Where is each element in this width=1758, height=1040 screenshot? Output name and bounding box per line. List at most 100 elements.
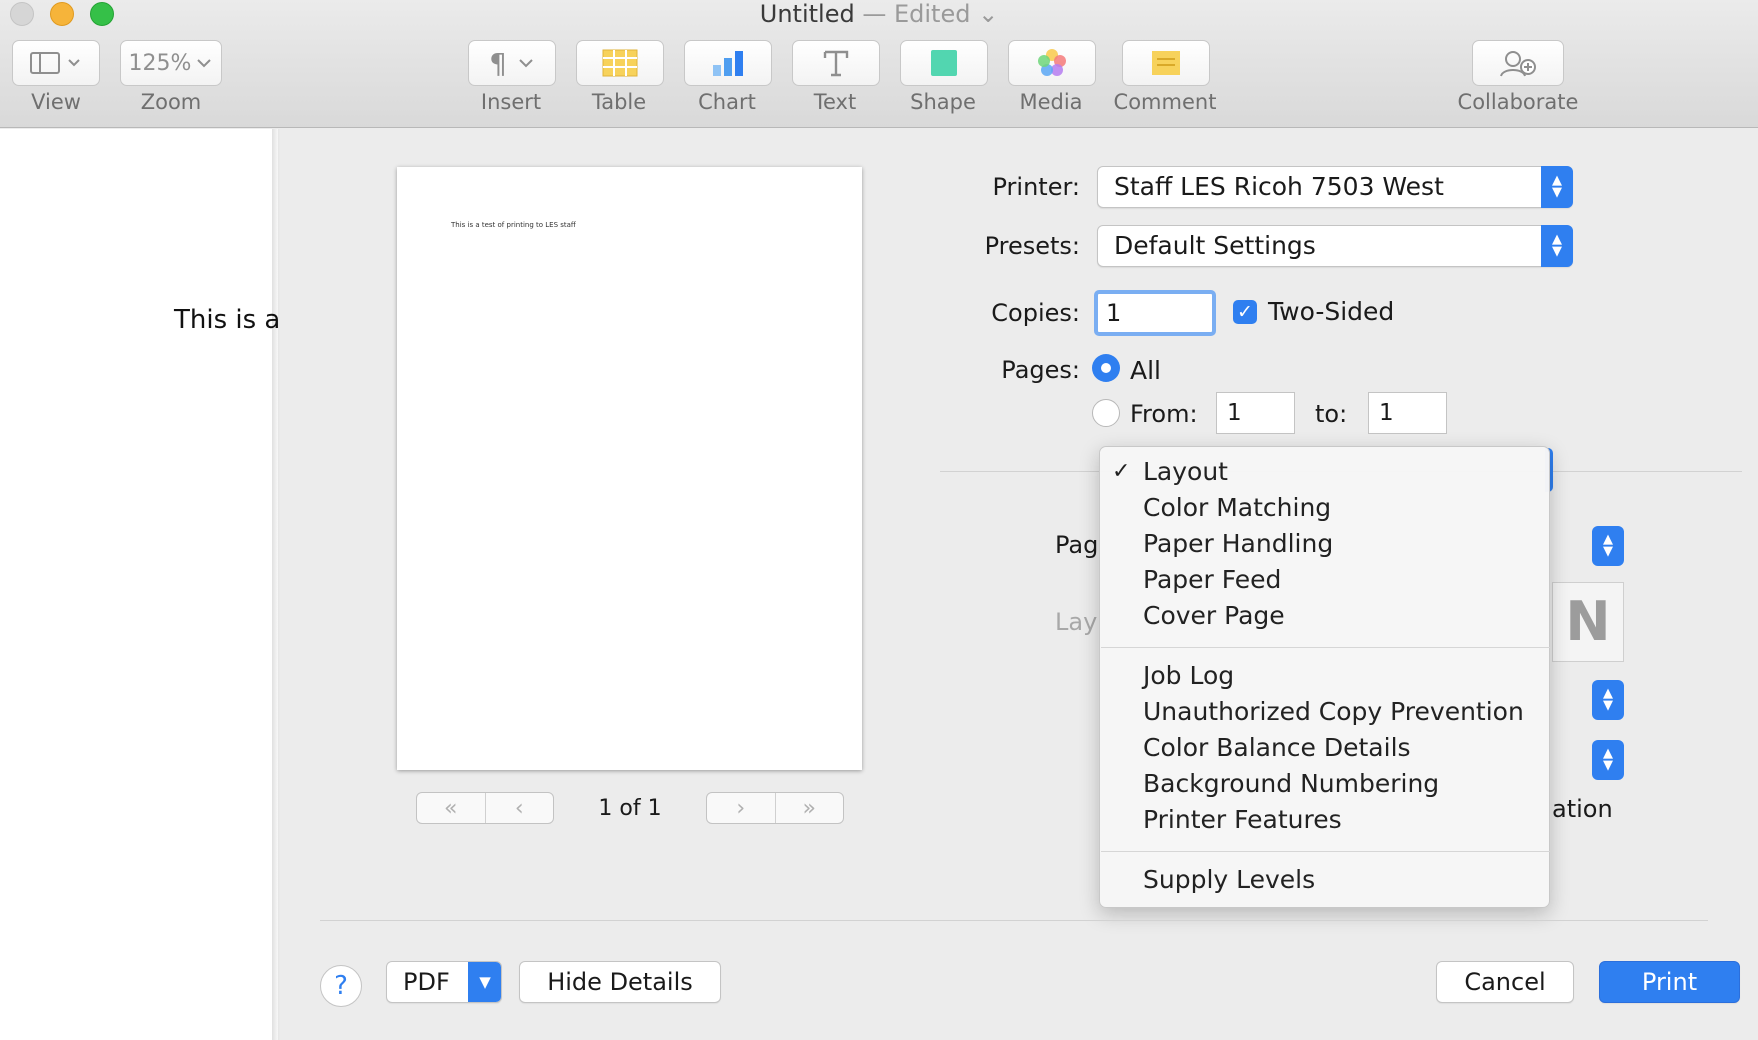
zoom-label: Zoom	[140, 90, 202, 114]
pages-from-field[interactable]: 1	[1216, 392, 1295, 434]
pdf-menu-button[interactable]: PDF ▼	[386, 961, 502, 1003]
presets-label: Presets:	[984, 232, 1080, 260]
print-preview-page: This is a test of printing to LES staff	[397, 167, 862, 770]
comment-button[interactable]	[1122, 40, 1210, 86]
cancel-button[interactable]: Cancel	[1436, 961, 1574, 1003]
menu-separator	[1101, 647, 1550, 648]
table-icon	[602, 49, 638, 77]
updown-arrows-icon: ▲ ▼	[1541, 166, 1573, 208]
pilcrow-icon: ¶	[489, 46, 507, 80]
document-text[interactable]: This is a	[174, 305, 280, 335]
media-label: Media	[1019, 90, 1083, 114]
menu-separator	[1101, 851, 1550, 852]
text-label: Text	[813, 90, 857, 114]
pages-per-sheet-label: Pag	[1055, 531, 1099, 559]
two-sided-label[interactable]: Two-Sided	[1268, 297, 1394, 326]
pages-per-sheet-arrows-icon[interactable]: ▲ ▼	[1592, 526, 1624, 566]
pages-from-radio[interactable]	[1092, 399, 1120, 427]
hide-details-button[interactable]: Hide Details	[519, 961, 721, 1003]
presets-select[interactable]: Default Settings ▲ ▼	[1097, 225, 1573, 267]
insert-label: Insert	[480, 90, 542, 114]
zoom-select[interactable]: 125%	[120, 40, 222, 86]
divider	[320, 920, 1708, 921]
next-page-button[interactable]: ›	[707, 793, 775, 823]
first-page-button[interactable]: «	[417, 793, 485, 823]
pages-to-field[interactable]: 1	[1368, 392, 1447, 434]
printer-label: Printer:	[992, 173, 1080, 201]
checkmark-icon: ✓	[1112, 459, 1131, 484]
menu-item-printer-features[interactable]: Printer Features	[1143, 805, 1342, 834]
reverse-orientation-label: ation	[1552, 795, 1613, 823]
pdf-label: PDF	[403, 968, 450, 996]
zoom-value: 125%	[128, 50, 192, 76]
pages-to-label: to:	[1315, 400, 1348, 428]
checkmark-icon: ✓	[1237, 301, 1253, 323]
sticky-note-icon	[1152, 51, 1180, 75]
menu-item-color-matching[interactable]: Color Matching	[1143, 493, 1331, 522]
previous-page-button[interactable]: ‹	[484, 793, 554, 823]
view-label: View	[31, 90, 81, 114]
media-button[interactable]	[1008, 40, 1096, 86]
two-sided-binding-arrows-icon[interactable]: ▲ ▼	[1592, 740, 1624, 780]
collaborate-label: Collaborate	[1457, 90, 1579, 114]
insert-button[interactable]: ¶	[468, 40, 556, 86]
menu-item-paper-feed[interactable]: Paper Feed	[1143, 565, 1281, 594]
chevron-down-icon	[519, 59, 533, 68]
pages-all-label[interactable]: All	[1130, 356, 1161, 385]
table-button[interactable]	[576, 40, 664, 86]
text-box-icon	[823, 50, 849, 77]
shape-button[interactable]	[900, 40, 988, 86]
menu-item-supply-levels[interactable]: Supply Levels	[1143, 865, 1315, 894]
document-canvas[interactable]: This is a	[0, 129, 280, 1040]
comment-label: Comment	[1113, 90, 1217, 114]
chevron-down-icon	[197, 59, 212, 68]
preview-forward-controls: › »	[706, 792, 844, 824]
edited-status[interactable]: Edited	[894, 0, 970, 28]
photos-flower-icon	[1038, 49, 1066, 76]
add-person-icon	[1500, 51, 1536, 77]
collaborate-button[interactable]	[1472, 40, 1564, 86]
window-title: Untitled — Edited ⌄	[759, 0, 999, 28]
border-arrows-icon[interactable]: ▲ ▼	[1592, 680, 1624, 720]
section-dropdown-menu: ✓ Layout Color Matching Paper Handling P…	[1099, 446, 1550, 908]
title-chevron-icon[interactable]: ⌄	[978, 0, 998, 28]
help-button[interactable]: ?	[320, 965, 362, 1007]
view-button[interactable]	[12, 40, 100, 86]
chart-label: Chart	[698, 90, 756, 114]
copies-label: Copies:	[991, 299, 1080, 327]
menu-item-color-balance-details[interactable]: Color Balance Details	[1143, 733, 1411, 762]
text-button[interactable]	[792, 40, 880, 86]
menu-item-cover-page[interactable]: Cover Page	[1143, 601, 1285, 630]
chart-button[interactable]	[684, 40, 772, 86]
printer-select[interactable]: Staff LES Ricoh 7503 West ▲ ▼	[1097, 166, 1573, 208]
sheet-shadow	[272, 129, 280, 1040]
menu-item-job-log[interactable]: Job Log	[1143, 661, 1234, 690]
menu-item-layout[interactable]: Layout	[1143, 457, 1228, 486]
page-count: 1 of 1	[598, 796, 662, 821]
pages-from-label[interactable]: From:	[1130, 400, 1198, 428]
preview-page-text: This is a test of printing to LES staff	[451, 221, 576, 229]
menu-item-paper-handling[interactable]: Paper Handling	[1143, 529, 1333, 558]
preview-back-controls: « ‹	[416, 792, 554, 824]
bar-chart-icon	[713, 51, 743, 76]
toolbar: Untitled — Edited ⌄ View 125% Zoom ¶ Ins…	[0, 0, 1758, 128]
two-sided-checkbox[interactable]: ✓	[1233, 300, 1257, 324]
document-title: Untitled	[759, 0, 855, 28]
menu-item-unauthorized-copy-prevention[interactable]: Unauthorized Copy Prevention	[1143, 697, 1524, 726]
last-page-button[interactable]: »	[774, 793, 844, 823]
print-button[interactable]: Print	[1599, 961, 1740, 1003]
menu-item-background-numbering[interactable]: Background Numbering	[1143, 769, 1439, 798]
chevron-down-icon[interactable]: ▼	[468, 962, 501, 1002]
updown-arrows-icon: ▲ ▼	[1541, 225, 1573, 267]
copies-field[interactable]: 1	[1094, 290, 1216, 336]
sidebar-icon	[30, 52, 80, 74]
layout-direction-n-icon[interactable]: N	[1552, 582, 1624, 662]
shape-label: Shape	[910, 90, 976, 114]
pages-label: Pages:	[1001, 356, 1080, 384]
pages-all-radio[interactable]	[1092, 354, 1120, 382]
presets-value: Default Settings	[1114, 231, 1316, 260]
layout-direction-label: Lay	[1055, 608, 1098, 636]
printer-value: Staff LES Ricoh 7503 West	[1114, 172, 1444, 201]
square-shape-icon	[931, 50, 957, 76]
table-label: Table	[591, 90, 647, 114]
